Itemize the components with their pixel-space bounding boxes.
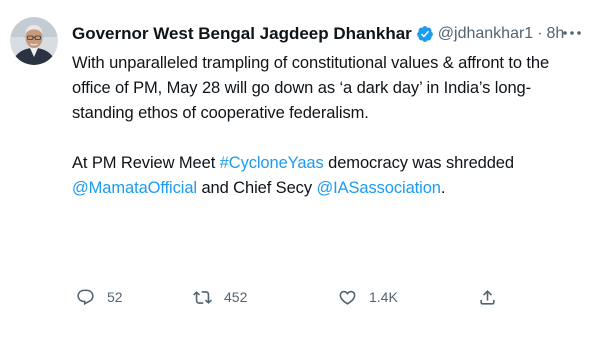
retweet-count: 452 [224, 289, 248, 305]
tweet-actions: 52 452 1.4K [72, 283, 502, 311]
tweet-header: Governor West Bengal Jagdeep Dhankhar @j… [72, 22, 564, 46]
avatar[interactable] [10, 17, 58, 65]
reply-count: 52 [107, 289, 123, 305]
tweet-paragraph-2: At PM Review Meet #CycloneYaas democracy… [72, 151, 577, 201]
retweet-button[interactable]: 452 [193, 283, 247, 311]
text-segment: democracy was shredded [323, 154, 514, 172]
retweet-icon [193, 288, 212, 307]
reply-icon [76, 288, 95, 307]
more-options-icon[interactable] [560, 21, 584, 45]
like-count: 1.4K [369, 289, 398, 305]
text-segment: At PM Review Meet [72, 154, 220, 172]
hashtag-link[interactable]: #CycloneYaas [220, 154, 324, 172]
text-segment: and Chief Secy [196, 179, 317, 197]
tweet-text: With unparalleled trampling of constitut… [72, 51, 577, 201]
verified-badge-icon [416, 25, 434, 43]
mention-link[interactable]: @IASassociation [316, 179, 441, 197]
avatar-image [10, 17, 58, 65]
mention-link[interactable]: @MamataOfficial [72, 179, 197, 197]
tweet-card[interactable]: Governor West Bengal Jagdeep Dhankhar @j… [0, 0, 600, 338]
separator-dot: · [537, 25, 543, 42]
share-icon [478, 288, 497, 307]
reply-button[interactable]: 52 [76, 283, 123, 311]
tweet-paragraph-1: With unparalleled trampling of constitut… [72, 54, 550, 122]
like-button[interactable]: 1.4K [338, 283, 398, 311]
heart-icon [338, 288, 357, 307]
share-button[interactable] [478, 283, 497, 311]
author-handle[interactable]: @jdhankhar1 [438, 25, 533, 43]
text-segment: . [440, 179, 446, 197]
author-name[interactable]: Governor West Bengal Jagdeep Dhankhar [72, 24, 412, 44]
